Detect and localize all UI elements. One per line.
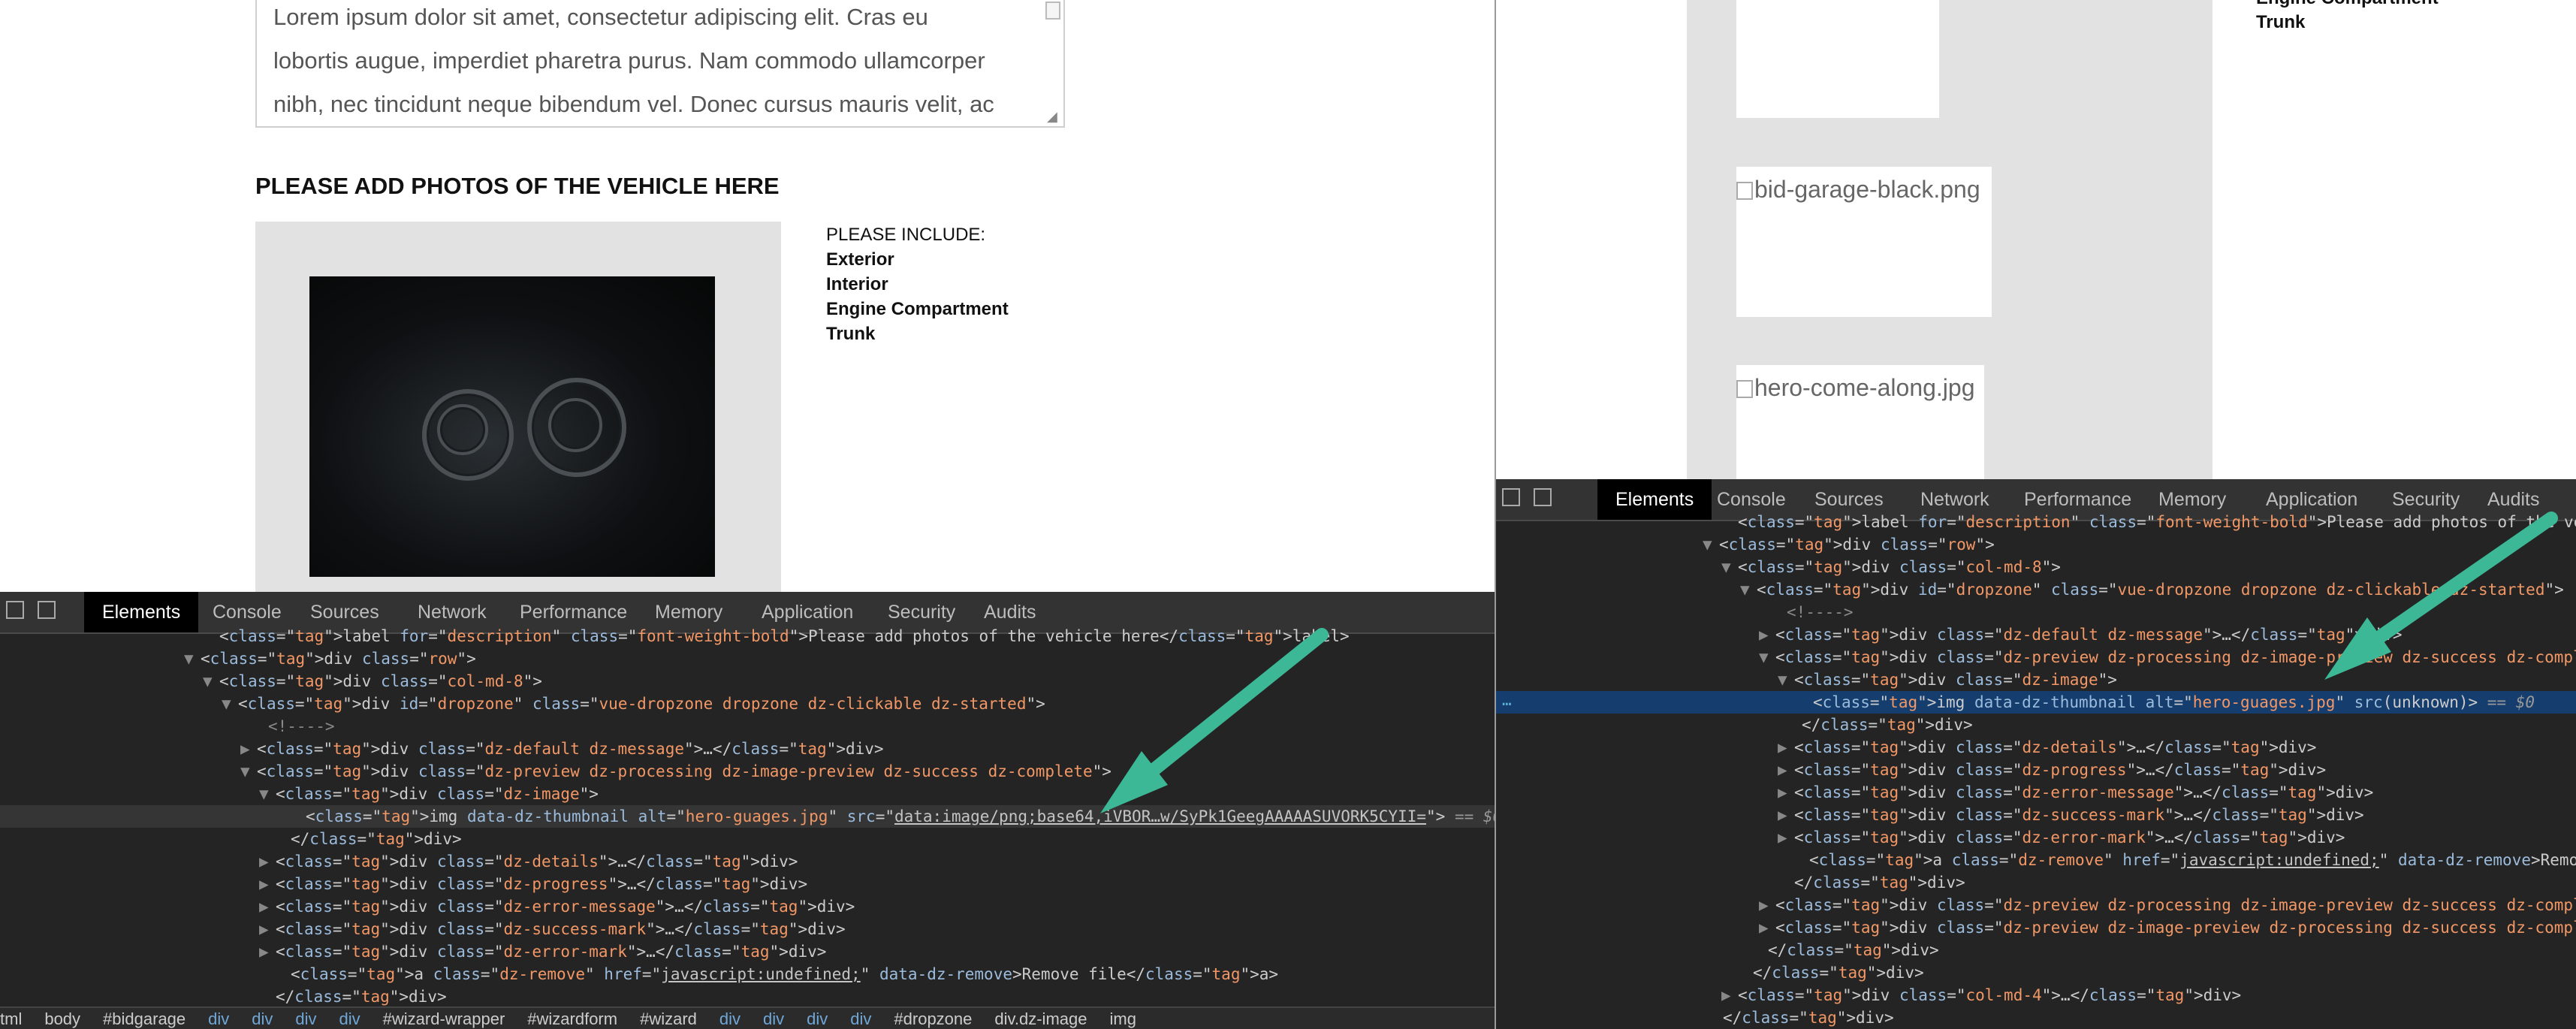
inspect-icon[interactable] bbox=[1502, 488, 1520, 506]
broken-image-icon bbox=[1736, 182, 1753, 200]
dom-node[interactable]: </class="tag">div> bbox=[0, 828, 1495, 850]
breadcrumb-item[interactable]: div bbox=[339, 1009, 360, 1028]
vehicle-photo-thumbnail bbox=[309, 276, 715, 577]
dom-node[interactable]: ▼ <class="tag">div class="row"> bbox=[0, 647, 1495, 670]
include-item: Interior bbox=[826, 274, 888, 294]
include-item: Engine Compartment bbox=[2256, 0, 2439, 11]
dom-node[interactable]: <!----> bbox=[0, 715, 1495, 738]
dom-node[interactable]: ▶ <class="tag">div class="dz-details">…</… bbox=[0, 850, 1495, 873]
dom-node[interactable]: ▶ <class="tag">div class="dz-error-mark">… bbox=[1496, 826, 2576, 849]
breadcrumb-item[interactable]: #bidgarage bbox=[103, 1009, 186, 1028]
dom-node[interactable]: ▼ <class="tag">div class="dz-preview dz-p… bbox=[1496, 646, 2576, 668]
dom-node[interactable]: ▶ <class="tag">div class="dz-preview dz-p… bbox=[1496, 894, 2576, 916]
dom-node[interactable]: </class="tag">div> bbox=[1496, 871, 2576, 894]
broken-image: bid-garage-black.png bbox=[1736, 167, 1992, 317]
dom-node[interactable]: ▶ <class="tag">div class="dz-progress">…<… bbox=[0, 873, 1495, 895]
breadcrumb: tml body #bidgarage div div div div #wizard-wra… bbox=[0, 1006, 1495, 1029]
breadcrumb-item[interactable]: div.dz-image bbox=[994, 1009, 1087, 1028]
dom-node[interactable]: ▶ <class="tag">div class="dz-default dz-m… bbox=[0, 738, 1495, 760]
include-item: Trunk bbox=[2256, 12, 2306, 32]
selected-dom-node[interactable]: <class="tag">img data-dz-thumbnail alt="… bbox=[0, 805, 1495, 828]
include-item: Engine Compartment bbox=[826, 299, 1009, 319]
devtools-panel-left: Elements Console Sources Network Performance… bbox=[0, 592, 1495, 1029]
include-list: Engine Compartment Trunk bbox=[2256, 0, 2439, 35]
dom-node[interactable]: ▶ <class="tag">div class="dz-preview dz-i… bbox=[1496, 916, 2576, 939]
dom-node[interactable]: ▶ <class="tag">div class="dz-error-messag… bbox=[0, 895, 1495, 918]
breadcrumb-item[interactable]: div bbox=[807, 1009, 828, 1028]
breadcrumb-item[interactable]: #wizard bbox=[640, 1009, 697, 1028]
dom-node[interactable]: </class="tag">div> bbox=[1496, 714, 2576, 736]
dom-node[interactable]: ▼ <class="tag">div class="col-md-8"> bbox=[0, 670, 1495, 693]
textarea-scrollbar[interactable] bbox=[1045, 2, 1060, 20]
include-item: Trunk bbox=[826, 324, 876, 344]
breadcrumb-item[interactable]: div bbox=[719, 1009, 741, 1028]
breadcrumb-item[interactable]: tml bbox=[0, 1009, 22, 1028]
device-toolbar-icon[interactable] bbox=[1534, 488, 1552, 506]
photo-dropzone[interactable]: bid-garage-black.png hero-come-along.jpg bbox=[1687, 0, 2213, 485]
dom-node[interactable]: <!----> bbox=[1496, 601, 2576, 623]
dom-node[interactable]: ▶ <class="tag">div class="dz-success-mark… bbox=[0, 918, 1495, 940]
photo-dropzone[interactable] bbox=[255, 222, 781, 597]
breadcrumb-item[interactable]: div bbox=[295, 1009, 316, 1028]
right-browser-pane: bid-garage-black.png hero-come-along.jpg… bbox=[1496, 0, 2576, 1029]
description-line-3: nibh, nec tincidunt neque bibendum vel. … bbox=[273, 91, 994, 117]
breadcrumb-item[interactable]: div bbox=[252, 1009, 273, 1028]
node-options-ellipsis[interactable]: … bbox=[1502, 691, 1512, 709]
dom-node[interactable]: </class="tag">div> bbox=[1496, 1006, 2576, 1029]
dom-node[interactable]: </class="tag">div> bbox=[0, 985, 1495, 1008]
dom-node[interactable]: ▼ <class="tag">div id="dropzone" class="v… bbox=[0, 693, 1495, 715]
breadcrumb-item[interactable]: #wizardform bbox=[527, 1009, 617, 1028]
dom-node[interactable]: ▶ <class="tag">div class="dz-details">…</… bbox=[1496, 736, 2576, 759]
dom-node[interactable]: ▶ <class="tag">div class="dz-default dz-m… bbox=[1496, 623, 2576, 646]
breadcrumb-item[interactable]: #dropzone bbox=[894, 1009, 972, 1028]
inspect-icon[interactable] bbox=[6, 601, 24, 619]
include-item: Exterior bbox=[826, 249, 894, 270]
broken-image-icon bbox=[1736, 380, 1753, 398]
dom-node[interactable]: ▼ <class="tag">div class="dz-preview dz-p… bbox=[0, 760, 1495, 783]
dom-node[interactable]: ▶ <class="tag">div class="col-md-4">…</cl… bbox=[1496, 984, 2576, 1006]
breadcrumb-item[interactable]: div bbox=[208, 1009, 229, 1028]
image-thumbnail-placeholder bbox=[1736, 0, 1939, 118]
left-browser-pane: Lorem ipsum dolor sit amet, consectetur … bbox=[0, 0, 1495, 1029]
description-textarea[interactable]: Lorem ipsum dolor sit amet, consectetur … bbox=[255, 0, 1065, 128]
dom-node[interactable]: ▶ <class="tag">div class="dz-error-messag… bbox=[1496, 781, 2576, 804]
dom-node[interactable]: </class="tag">div> bbox=[1496, 961, 2576, 984]
dom-node[interactable]: ▶ <class="tag">div class="dz-progress">…<… bbox=[1496, 759, 2576, 781]
dom-node[interactable]: <class="tag">a class="dz-remove" href="j… bbox=[0, 963, 1495, 985]
include-list: PLEASE INCLUDE: Exterior Interior Engine… bbox=[826, 222, 1009, 346]
description-line-2: lobortis augue, imperdiet pharetra purus… bbox=[273, 47, 985, 74]
dom-node[interactable]: <class="tag">a class="dz-remove" href="j… bbox=[1496, 849, 2576, 871]
photos-heading: PLEASE ADD PHOTOS OF THE VEHICLE HERE bbox=[255, 173, 780, 199]
dom-node[interactable]: ▼ <class="tag">div class="dz-image"> bbox=[0, 783, 1495, 805]
description-line-1: Lorem ipsum dolor sit amet, consectetur … bbox=[273, 4, 928, 30]
dom-node[interactable]: ▶ <class="tag">div class="dz-success-mark… bbox=[1496, 804, 2576, 826]
broken-image: hero-come-along.jpg bbox=[1736, 365, 1984, 485]
dom-node[interactable]: ▼ <class="tag">div class="dz-image"> bbox=[1496, 668, 2576, 691]
resize-grip-icon[interactable]: ◢ bbox=[1047, 110, 1060, 123]
breadcrumb-item[interactable]: div bbox=[850, 1009, 871, 1028]
dom-node[interactable]: ▼ <class="tag">div id="dropzone" class="v… bbox=[1496, 578, 2576, 601]
selected-dom-node[interactable]: <class="tag">img data-dz-thumbnail alt="… bbox=[1496, 691, 2576, 714]
device-toolbar-icon[interactable] bbox=[38, 601, 56, 619]
dom-node[interactable]: <class="tag">label for="description" cla… bbox=[1496, 511, 2576, 533]
breadcrumb-item[interactable]: body bbox=[44, 1009, 80, 1028]
dom-node[interactable]: ▼ <class="tag">div class="col-md-8"> bbox=[1496, 556, 2576, 578]
include-label: PLEASE INCLUDE: bbox=[826, 225, 986, 245]
breadcrumb-item[interactable]: #wizard-wrapper bbox=[383, 1009, 505, 1028]
dom-node[interactable]: <class="tag">label for="description" cla… bbox=[0, 625, 1495, 647]
dom-node[interactable]: ▶ <class="tag">div class="dz-error-mark">… bbox=[0, 940, 1495, 963]
breadcrumb-item[interactable]: div bbox=[763, 1009, 784, 1028]
dom-node[interactable]: </class="tag">div> bbox=[1496, 939, 2576, 961]
devtools-panel-right: Elements Console Sources Network Performance… bbox=[1496, 479, 2576, 1029]
dom-node[interactable]: ▼ <class="tag">div class="row"> bbox=[1496, 533, 2576, 556]
breadcrumb-item[interactable]: img bbox=[1109, 1009, 1136, 1028]
